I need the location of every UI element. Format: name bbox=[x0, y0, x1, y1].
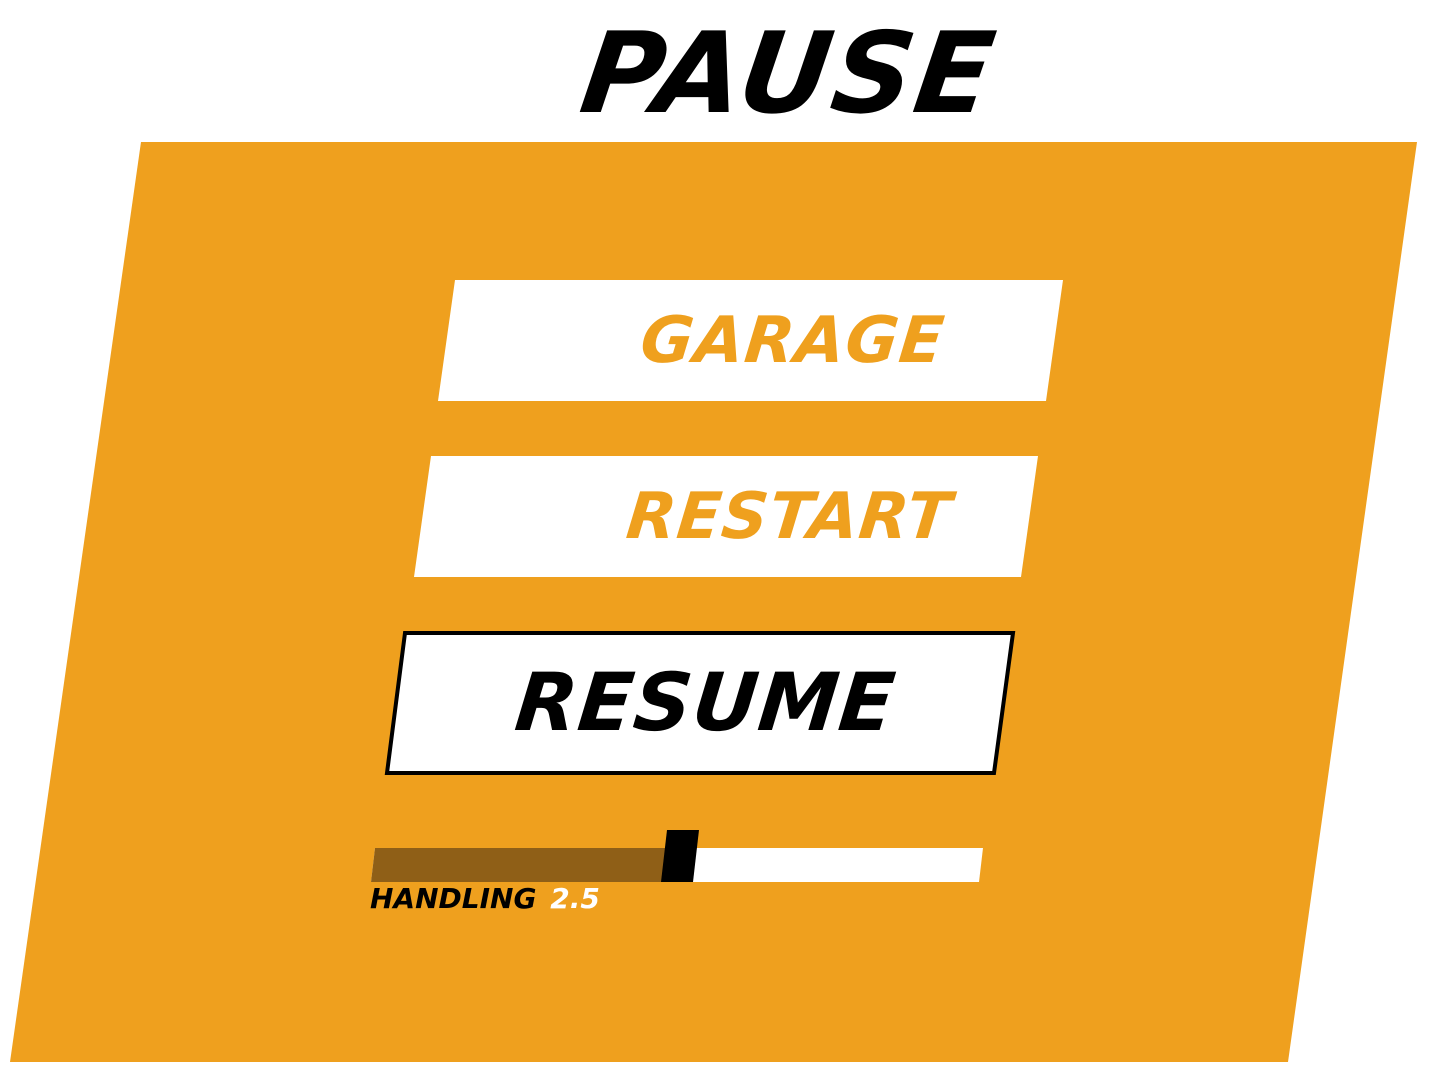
restart-button-label: RESTART bbox=[622, 479, 956, 554]
garage-button[interactable]: GARAGE bbox=[448, 280, 1048, 401]
resume-button-label: RESUME bbox=[511, 656, 901, 749]
resume-button[interactable]: RESUME bbox=[395, 632, 1007, 773]
handling-value: 2.5 bbox=[550, 882, 600, 915]
handling-bar-fill bbox=[371, 848, 668, 882]
handling-label: HANDLING bbox=[370, 882, 537, 915]
restart-button[interactable]: RESTART bbox=[424, 456, 1024, 577]
pause-screen: PAUSE GARAGE RESTART RESUME HANDLING 2.5 bbox=[0, 0, 1447, 1072]
garage-button-label: GARAGE bbox=[637, 303, 949, 378]
pause-title: PAUSE bbox=[573, 9, 1004, 139]
handling-stat: HANDLING 2.5 bbox=[370, 882, 600, 915]
handling-slider-handle[interactable] bbox=[661, 830, 699, 882]
